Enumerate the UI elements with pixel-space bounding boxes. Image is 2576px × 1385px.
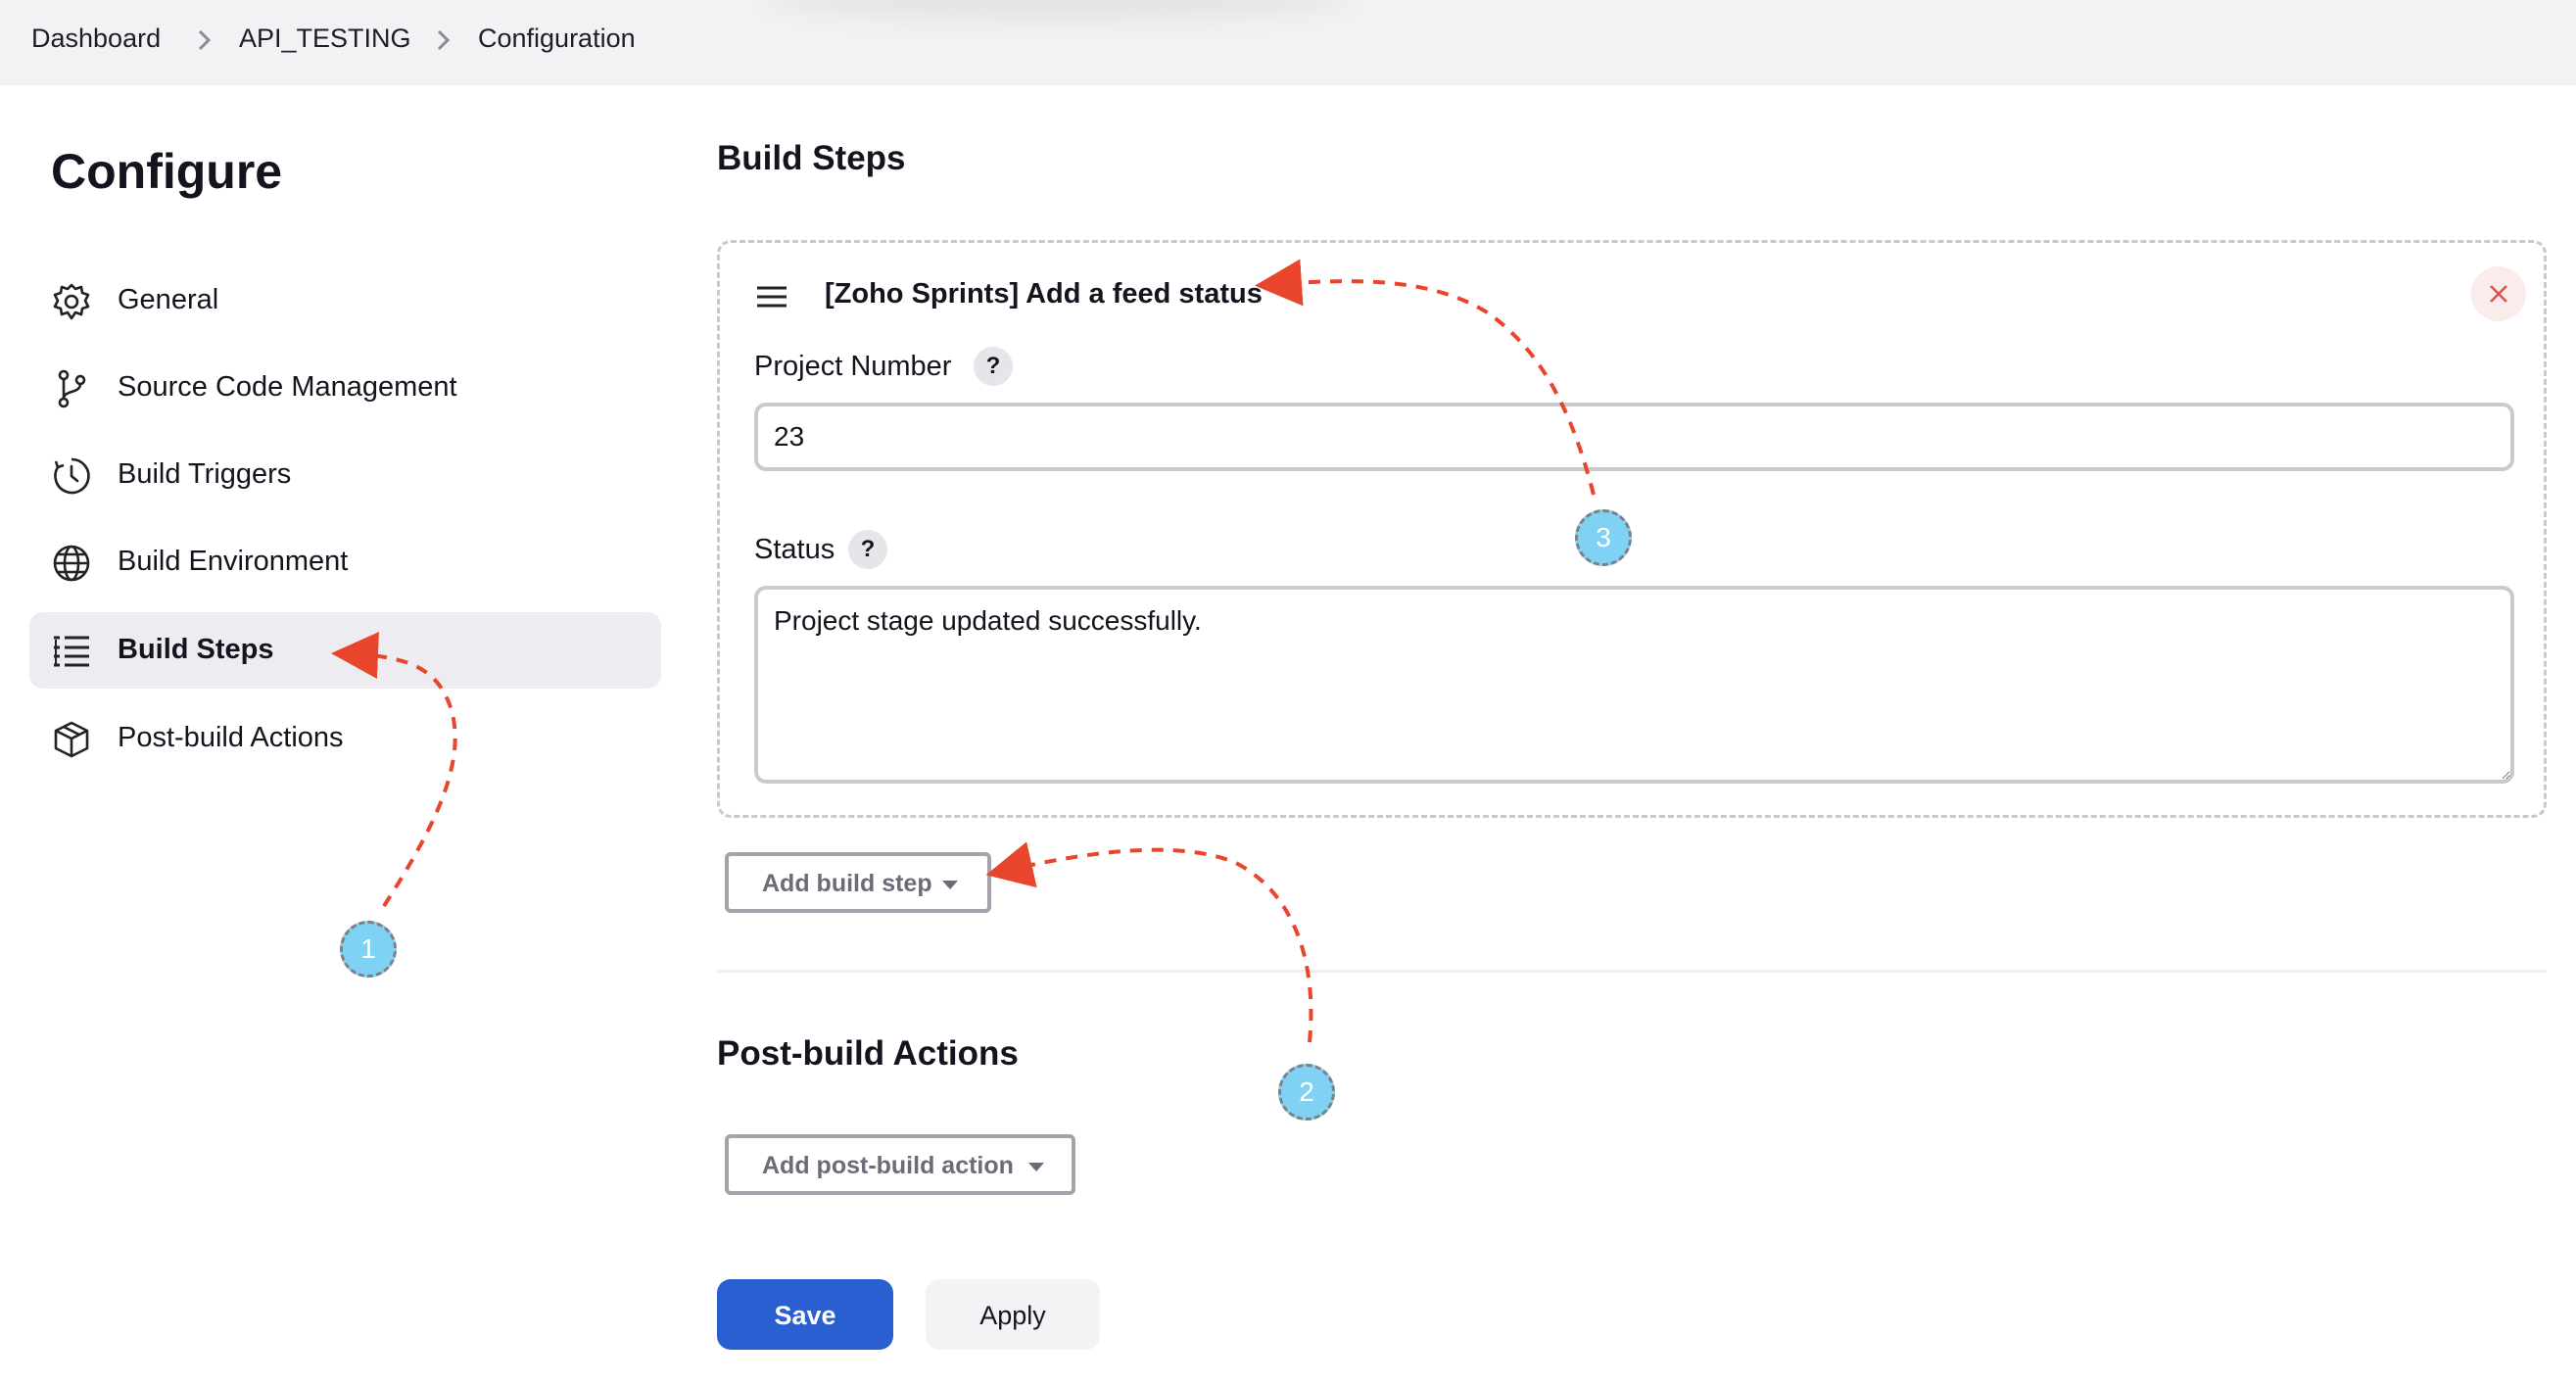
save-button-label: Save (774, 1301, 836, 1330)
status-textarea[interactable]: Project stage updated successfully. (754, 586, 2514, 784)
sidebar-item-label: Post-build Actions (118, 722, 344, 753)
breadcrumb-dashboard[interactable]: Dashboard (31, 24, 161, 54)
branch-icon (58, 369, 86, 408)
add-post-build-action-button[interactable]: Add post-build action (725, 1134, 1075, 1195)
gear-icon (53, 283, 90, 320)
annotation-marker-1: 1 (340, 921, 397, 978)
shadow-decoration (764, 0, 1352, 20)
sidebar-item-general[interactable]: General (29, 263, 661, 339)
package-icon (54, 721, 89, 758)
close-icon (2490, 285, 2507, 303)
annotation-arrow-2 (985, 841, 1313, 1043)
status-label: Status (754, 534, 835, 565)
save-button[interactable]: Save (717, 1279, 893, 1350)
sidebar-item-build-triggers[interactable]: Build Triggers (29, 437, 661, 513)
build-step-card: [Zoho Sprints] Add a feed status Project… (717, 240, 2547, 818)
apply-button[interactable]: Apply (926, 1279, 1100, 1350)
add-post-build-action-label: Add post-build action (762, 1152, 1014, 1179)
sidebar-item-label: Build Environment (118, 546, 349, 577)
sidebar-item-label: Build Steps (118, 634, 274, 665)
drag-handle-icon[interactable] (755, 284, 788, 310)
sidebar-title: Configure (51, 144, 283, 199)
sidebar-item-label: General (118, 284, 219, 315)
project-number-label: Project Number (754, 351, 952, 382)
build-step-title: [Zoho Sprints] Add a feed status (825, 278, 1263, 310)
delete-step-button[interactable] (2471, 266, 2526, 321)
caret-down-icon (1028, 1163, 1044, 1171)
sidebar-item-label: Source Code Management (118, 371, 457, 403)
list-icon (54, 636, 89, 667)
build-steps-heading: Build Steps (717, 139, 906, 177)
caret-down-icon (942, 881, 958, 889)
breadcrumb-configuration[interactable]: Configuration (478, 24, 636, 54)
annotation-marker-3: 3 (1575, 509, 1632, 566)
apply-button-label: Apply (979, 1301, 1046, 1330)
add-build-step-label: Add build step (762, 870, 932, 897)
sidebar-item-post-build-actions[interactable]: Post-build Actions (29, 700, 661, 777)
breadcrumb-api-testing[interactable]: API_TESTING (239, 24, 411, 54)
sidebar-item-label: Build Triggers (118, 458, 292, 490)
section-divider (717, 970, 2547, 973)
add-build-step-button[interactable]: Add build step (725, 852, 991, 913)
sidebar-item-build-environment[interactable]: Build Environment (29, 524, 661, 600)
annotation-arrow-1 (331, 632, 457, 908)
help-icon[interactable]: ? (848, 530, 887, 569)
breadcrumb-bar: Dashboard API_TESTING Configuration (0, 0, 2576, 85)
clock-icon (54, 457, 90, 495)
sidebar-item-build-steps[interactable]: Build Steps (29, 612, 661, 689)
globe-icon (53, 545, 90, 582)
help-icon[interactable]: ? (974, 347, 1013, 386)
post-build-heading: Post-build Actions (717, 1034, 1019, 1073)
annotation-marker-2: 2 (1278, 1064, 1335, 1121)
project-number-input[interactable] (754, 403, 2514, 471)
chevron-right-icon (437, 29, 451, 51)
sidebar-item-source-code-management[interactable]: Source Code Management (29, 350, 661, 426)
chevron-right-icon (198, 29, 212, 51)
